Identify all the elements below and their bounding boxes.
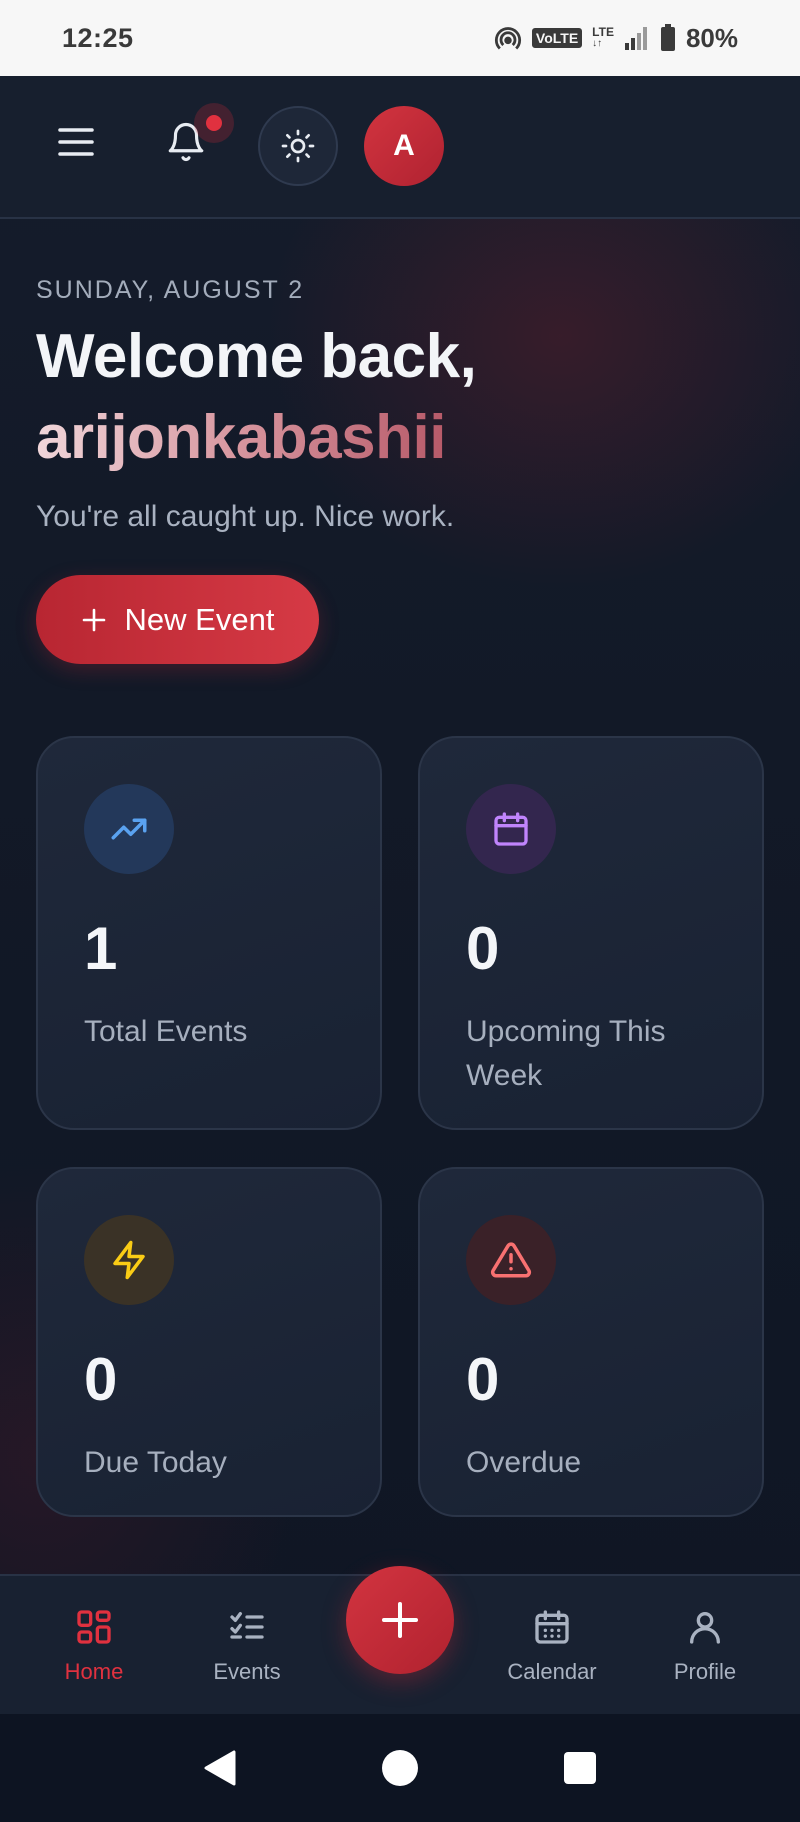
add-event-fab[interactable] [346,1566,454,1674]
checklist-icon [230,1612,264,1639]
volte-badge: VoLTE [531,28,583,48]
stat-card-upcoming[interactable]: 0 Upcoming This Week [418,736,764,1130]
username-heading: arijonkabashii [36,403,446,472]
calendar-icon [466,784,556,874]
warning-icon [466,1215,556,1305]
avatar[interactable]: A [364,106,444,186]
stat-card-total-events[interactable]: 1 Total Events [36,736,382,1130]
recents-icon [564,1752,596,1784]
new-event-label: New Event [124,601,275,637]
menu-button[interactable] [48,114,104,170]
trending-up-icon [84,784,174,874]
nav-label: Calendar [507,1659,597,1684]
user-icon [690,1612,720,1644]
status-subtitle: You're all caught up. Nice work. [36,500,455,533]
signal-icon [624,25,650,51]
stat-label: Overdue [466,1446,582,1479]
battery-percent: 80% [685,22,738,53]
recents-button[interactable] [550,1714,610,1822]
top-nav: A [0,76,800,219]
stat-value: 0 [466,915,500,982]
nav-item-home[interactable]: Home [29,1576,159,1714]
system-nav-bar [0,1714,800,1822]
stat-value: 0 [84,1346,118,1413]
back-icon [204,1750,236,1786]
battery-icon [660,24,676,52]
new-event-button[interactable]: New Event [36,575,319,664]
hotspot-icon [494,24,522,52]
plus-icon [382,1602,418,1638]
notification-badge [194,103,234,143]
stat-label: Due Today [84,1446,227,1479]
status-icons: VoLTE LTE ↓↑ 80% [494,23,738,54]
lte-indicator: LTE ↓↑ [592,25,614,49]
stat-value: 0 [466,1346,500,1413]
plus-icon [82,608,105,631]
home-circle-icon [382,1750,418,1786]
grid-icon [77,1610,111,1644]
nav-item-events[interactable]: Events [182,1576,312,1714]
sun-icon [281,129,315,163]
nav-label: Home [64,1659,124,1684]
nav-item-calendar[interactable]: Calendar [487,1576,617,1714]
nav-label: Profile [673,1659,737,1684]
theme-toggle-button[interactable] [258,106,338,186]
calendar-icon [535,1610,569,1644]
home-button[interactable] [370,1714,430,1822]
nav-item-profile[interactable]: Profile [640,1576,770,1714]
hamburger-icon [58,128,94,156]
nav-label: Events [213,1659,281,1684]
welcome-heading: Welcome back, [36,322,477,391]
stat-value: 1 [84,915,118,982]
stat-card-overdue[interactable]: 0 Overdue [418,1167,764,1517]
lightning-icon [84,1215,174,1305]
stat-label: Upcoming This Week [466,1015,666,1092]
stat-card-due-today[interactable]: 0 Due Today [36,1167,382,1517]
status-time: 12:25 [62,22,134,53]
back-button[interactable] [190,1714,250,1822]
status-bar: 12:25 VoLTE LTE ↓↑ 80% [0,0,800,76]
app-screen: A SUNDAY, AUGUST 2 Welcome back, arijonk… [0,76,800,1714]
date-label: SUNDAY, AUGUST 2 [36,276,305,304]
stat-label: Total Events [84,1015,248,1048]
